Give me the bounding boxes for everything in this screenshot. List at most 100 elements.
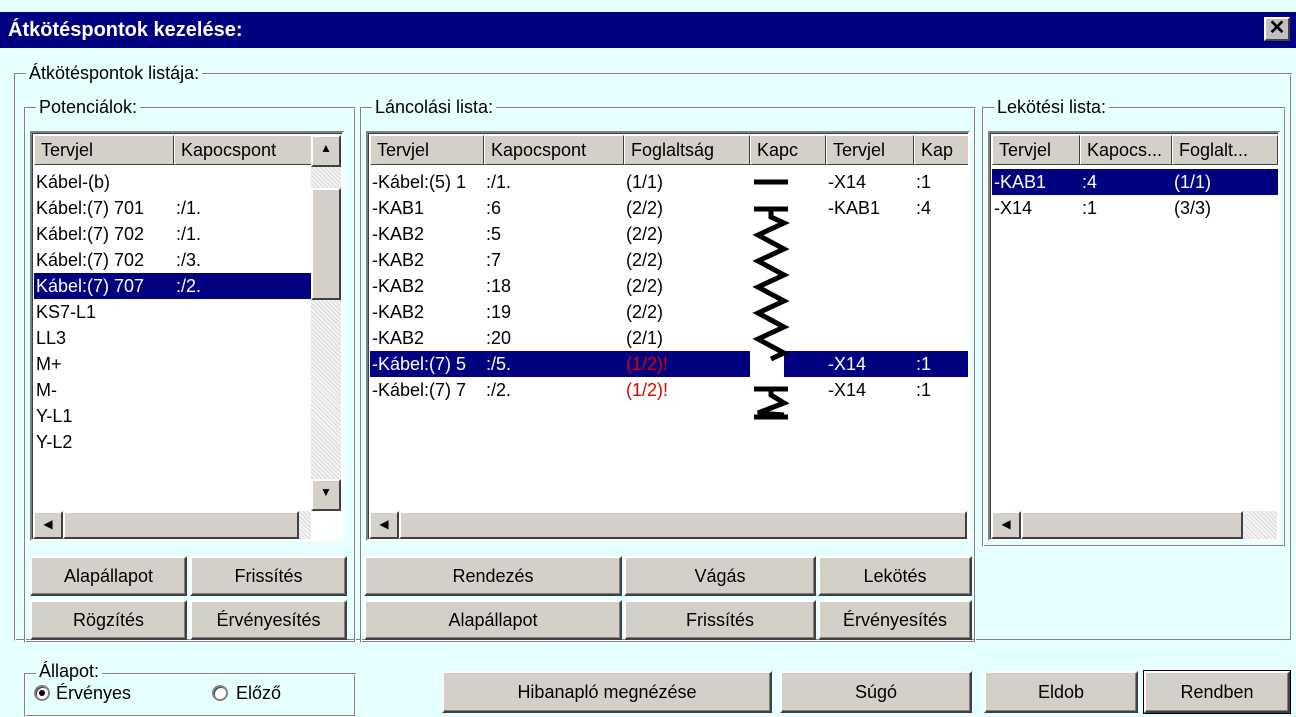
potentials-save-button[interactable]: Rögzítés xyxy=(30,600,187,640)
cell-tervjel: Kábel-(b) xyxy=(36,172,111,192)
cell-foglaltsag: (1/1) xyxy=(626,172,664,192)
cell-tervjel: -KAB2 xyxy=(372,250,425,270)
column-header-kapocspont[interactable]: Kapocspont xyxy=(174,135,312,165)
table-row[interactable]: M- xyxy=(34,377,312,403)
cell-tervjel: Kábel:(7) 707 xyxy=(36,276,145,296)
cell-tervjel-2: -KAB1 xyxy=(828,198,881,218)
potentials-scroll-thumb[interactable] xyxy=(311,188,341,300)
chain-refresh-button[interactable]: Frissítés xyxy=(624,600,816,640)
state-label: Állapot: xyxy=(36,661,103,681)
potentials-list[interactable]: Tervjel Kapocspont Kábel-(b) Kábel:(7) 70… xyxy=(30,131,344,541)
column-header-tervjel[interactable]: Tervjel xyxy=(34,135,174,165)
lekotes-hscroll-thumb[interactable] xyxy=(1021,511,1243,539)
cell-foglaltsag: (2/1) xyxy=(626,328,664,348)
table-row[interactable]: -KAB2 :20 (2/1) xyxy=(370,325,968,351)
column-header-tervjel[interactable]: Tervjel xyxy=(992,135,1080,165)
table-row[interactable]: -KAB2:5 (2/2) xyxy=(370,221,968,247)
table-row[interactable]: -KAB1 :4 (1/1) xyxy=(992,169,1278,195)
radio-elozo-label[interactable]: Előző xyxy=(236,682,281,704)
cell-tervjel: M+ xyxy=(36,354,62,374)
potentials-refresh-button[interactable]: Frissítés xyxy=(190,556,347,596)
cell-kap: :4 xyxy=(916,198,932,218)
discard-button[interactable]: Eldob xyxy=(984,671,1138,713)
window-title: Átkötéspontok kezelése: xyxy=(0,12,1296,48)
cell-tervjel: -KAB1 xyxy=(994,172,1047,192)
cell-kap: :1 xyxy=(916,172,932,192)
table-row[interactable]: -Kábel:(7) 5:/5. (1/2)! -X14:1 xyxy=(370,351,968,377)
table-row[interactable]: Kábel-(b) xyxy=(34,169,312,195)
cell-kapocspont: :/1. xyxy=(486,172,512,192)
cell-tervjel: LL3 xyxy=(36,328,67,348)
scroll-up-icon[interactable]: ▲ xyxy=(311,135,341,167)
potentials-validate-button[interactable]: Érvényesítés xyxy=(190,600,347,640)
column-header-tervjel[interactable]: Tervjel xyxy=(370,135,484,165)
cut-button[interactable]: Vágás xyxy=(624,556,816,596)
scroll-left-icon[interactable]: ◀ xyxy=(33,511,63,539)
column-header-kapocspont[interactable]: Kapocspont xyxy=(484,135,624,165)
ok-button[interactable]: Rendben xyxy=(1143,670,1291,714)
table-row[interactable]: -Kábel:(5) 1:/1. (1/1) -X14:1 xyxy=(370,169,968,195)
table-row[interactable]: Y-L2 xyxy=(34,429,312,455)
cell-kapocs: :1 xyxy=(1082,198,1098,218)
chain-list[interactable]: Tervjel Kapocspont Foglaltság Kapc Tervj… xyxy=(366,131,970,541)
table-row[interactable]: -KAB2:7 (2/2) xyxy=(370,247,968,273)
cell-kapocs: :4 xyxy=(1082,172,1098,192)
column-header-kapc[interactable]: Kapc xyxy=(750,135,826,165)
column-header-kapocs[interactable]: Kapocs... xyxy=(1080,135,1172,165)
bind-button[interactable]: Lekötés xyxy=(818,556,972,596)
cell-foglalt: (1/1) xyxy=(1174,172,1212,192)
table-row[interactable]: Kábel:(7) 702:/1. xyxy=(34,221,312,247)
cell-foglaltsag: (2/2) xyxy=(626,250,664,270)
radio-ervenyes-label[interactable]: Érvényes xyxy=(56,682,131,704)
help-button[interactable]: Súgó xyxy=(780,671,972,713)
table-row[interactable]: Kábel:(7) 701:/1. xyxy=(34,195,312,221)
table-row[interactable]: Kábel:(7) 702:/3. xyxy=(34,247,312,273)
cell-kap: :1 xyxy=(916,354,932,374)
cell-kapocspont: :20 xyxy=(486,328,512,348)
cell-tervjel: Kábel:(7) 702 xyxy=(36,224,145,244)
table-row[interactable]: -Kábel:(7) 7:/2. (1/2)! -X14:1 xyxy=(370,377,968,403)
cell-tervjel: -Kábel:(7) 7 xyxy=(372,380,467,400)
lekotes-label: Lekötési lista: xyxy=(994,97,1110,117)
cell-tervjel: -KAB2 xyxy=(372,224,425,244)
cell-tervjel: -KAB1 xyxy=(372,198,425,218)
potentials-hscroll-thumb[interactable] xyxy=(63,511,299,539)
cell-kapocspont: :/2. xyxy=(486,380,512,400)
cell-tervjel: -KAB2 xyxy=(372,302,425,322)
column-header-foglaltsag[interactable]: Foglaltság xyxy=(624,135,750,165)
potentials-reset-button[interactable]: Alapállapot xyxy=(30,556,187,596)
chain-hscroll-thumb[interactable] xyxy=(399,511,967,539)
table-row[interactable]: -X14:1 (3/3) xyxy=(992,195,1278,221)
table-row[interactable]: Kábel:(7) 707:/2. xyxy=(34,273,312,299)
table-row[interactable]: M+ xyxy=(34,351,312,377)
column-header-tervjel-2[interactable]: Tervjel xyxy=(826,135,914,165)
table-row[interactable]: LL3 xyxy=(34,325,312,351)
table-row[interactable]: Y-L1 xyxy=(34,403,312,429)
chain-validate-button[interactable]: Érvényesítés xyxy=(818,600,972,640)
cell-foglaltsag: (1/2)! xyxy=(626,354,669,374)
table-row[interactable]: -KAB2:18 (2/2) xyxy=(370,273,968,299)
close-icon[interactable]: ✕ xyxy=(1264,17,1290,41)
chain-reset-button[interactable]: Alapállapot xyxy=(364,600,622,640)
column-header-foglalt[interactable]: Foglalt... xyxy=(1172,135,1278,165)
scroll-left-icon[interactable]: ◀ xyxy=(991,511,1021,539)
potentials-label: Potenciálok: xyxy=(36,97,141,117)
scroll-down-icon[interactable]: ▼ xyxy=(311,479,341,511)
table-row[interactable]: -KAB1:6 (2/2) -KAB1:4 xyxy=(370,195,968,221)
sort-button[interactable]: Rendezés xyxy=(364,556,622,596)
table-row[interactable]: -KAB2:19 (2/2) xyxy=(370,299,968,325)
radio-ervenyes[interactable] xyxy=(34,685,50,701)
table-row[interactable]: KS7-L1 xyxy=(34,299,312,325)
lekotes-list[interactable]: Tervjel Kapocs... Foglalt... -KAB1 :4 (1/1… xyxy=(988,131,1280,541)
view-log-button[interactable]: Hibanapló megnézése xyxy=(442,671,772,713)
outer-group-label: Átkötéspontok listája: xyxy=(26,63,203,83)
cell-tervjel: Y-L2 xyxy=(36,432,73,452)
cell-tervjel: -KAB2 xyxy=(372,328,425,348)
cell-kapocspont: :/1. xyxy=(176,198,202,218)
column-header-kap[interactable]: Kap xyxy=(914,135,968,165)
cell-kapocspont: :6 xyxy=(486,198,502,218)
radio-elozo[interactable] xyxy=(212,685,228,701)
cell-foglalt: (3/3) xyxy=(1174,198,1212,218)
cell-kapocspont: :18 xyxy=(486,276,512,296)
scroll-left-icon[interactable]: ◀ xyxy=(369,511,399,539)
